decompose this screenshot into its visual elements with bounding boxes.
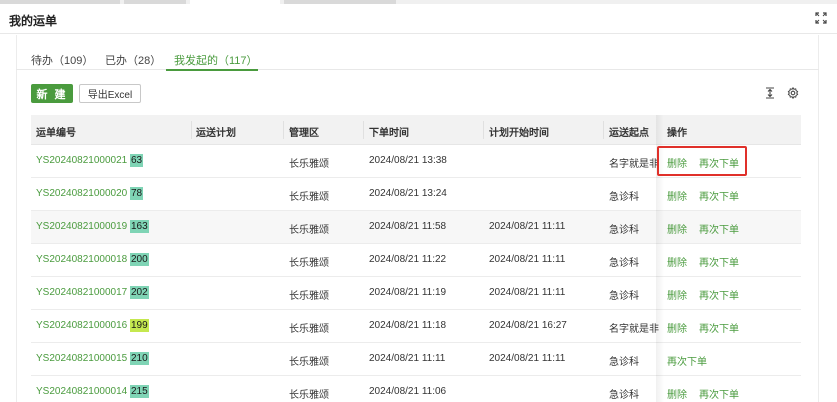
- waybill-id[interactable]: YS20240821000017 202: [36, 286, 149, 299]
- reorder-button[interactable]: 再次下单: [699, 221, 739, 236]
- id-highlight: 200: [129, 253, 149, 266]
- expand-icon[interactable]: [815, 12, 827, 24]
- column-header-plan[interactable]: 运送计划: [196, 124, 236, 139]
- table-row[interactable]: YS20240821000019 163 长乐雅颂 2024/08/21 11:…: [31, 211, 801, 244]
- origin-cell: 名字就是非常: [609, 324, 659, 335]
- column-divider: [603, 121, 604, 139]
- window-title-bar: 我的运单: [0, 4, 837, 34]
- plan-start-cell: 2024/08/21 11:11: [489, 221, 566, 232]
- waybill-id[interactable]: YS20240821000016 199: [36, 319, 149, 332]
- order-time-cell: 2024/08/21 11:18: [369, 320, 447, 331]
- waybill-id-link[interactable]: YS20240821000019: [36, 221, 127, 232]
- waybill-id-link[interactable]: YS20240821000015: [36, 353, 127, 364]
- tab-bar: 待办（109） 已办（28） 我发起的（117）: [16, 40, 819, 71]
- area-cell: 长乐雅颂: [289, 159, 329, 170]
- delete-button[interactable]: 删除: [667, 188, 687, 203]
- delete-button[interactable]: 删除: [667, 320, 687, 335]
- id-highlight: 215: [129, 385, 149, 398]
- gear-icon[interactable]: [787, 87, 799, 99]
- reorder-button[interactable]: 再次下单: [699, 287, 739, 302]
- id-highlight: 210: [129, 352, 149, 365]
- reorder-button[interactable]: 再次下单: [699, 254, 739, 269]
- order-time-cell: 2024/08/21 11:19: [369, 287, 447, 298]
- new-button[interactable]: 新 建: [31, 84, 73, 103]
- waybill-id[interactable]: YS20240821000021 63: [36, 154, 144, 167]
- waybill-id-link[interactable]: YS20240821000017: [36, 287, 127, 298]
- origin-cell: 急诊科: [609, 291, 639, 302]
- origin-cell: 名字就是非常: [609, 159, 659, 170]
- waybill-id[interactable]: YS20240821000014 215: [36, 385, 149, 398]
- waybill-id[interactable]: YS20240821000020 78: [36, 187, 144, 200]
- order-time-cell: 2024/08/21 11:11: [369, 353, 446, 364]
- table-row[interactable]: YS20240821000014 215 长乐雅颂 2024/08/21 11:…: [31, 376, 801, 402]
- plan-start-cell: 2024/08/21 16:27: [489, 320, 567, 331]
- area-cell: 长乐雅颂: [289, 357, 329, 368]
- export-excel-button[interactable]: 导出Excel: [79, 84, 141, 103]
- area-cell: 长乐雅颂: [289, 390, 329, 401]
- reorder-button[interactable]: 再次下单: [699, 188, 739, 203]
- plan-start-cell: 2024/08/21 11:11: [489, 254, 566, 265]
- column-divider: [191, 121, 192, 139]
- id-highlight: 63: [129, 154, 144, 167]
- origin-cell: 急诊科: [609, 357, 639, 368]
- column-height-icon[interactable]: [764, 87, 776, 99]
- id-highlight: 163: [129, 220, 149, 233]
- order-time-cell: 2024/08/21 11:22: [369, 254, 447, 265]
- column-divider: [363, 121, 364, 139]
- waybill-id-link[interactable]: YS20240821000021: [36, 155, 127, 166]
- table-row[interactable]: YS20240821000018 200 长乐雅颂 2024/08/21 11:…: [31, 244, 801, 277]
- id-highlight: 78: [129, 187, 144, 200]
- column-header-actions: 操作: [667, 128, 687, 139]
- table-row[interactable]: YS20240821000020 78 长乐雅颂 2024/08/21 13:2…: [31, 178, 801, 211]
- tab-done[interactable]: 已办（28）: [105, 52, 161, 68]
- id-highlight: 199: [129, 319, 149, 332]
- delete-button[interactable]: 删除: [667, 287, 687, 302]
- column-header-area[interactable]: 管理区: [289, 124, 319, 139]
- reorder-button[interactable]: 再次下单: [699, 386, 739, 401]
- tab-todo[interactable]: 待办（109）: [31, 52, 93, 68]
- column-header-order-time[interactable]: 下单时间: [369, 124, 409, 139]
- reorder-button[interactable]: 再次下单: [699, 320, 739, 335]
- waybill-id-link[interactable]: YS20240821000014: [36, 386, 127, 397]
- table-header: 运单编号 运送计划 管理区 下单时间 计划开始时间 运送起点 操作: [31, 115, 801, 145]
- waybill-id[interactable]: YS20240821000019 163: [36, 220, 149, 233]
- area-cell: 长乐雅颂: [289, 225, 329, 236]
- tab-initiated[interactable]: 我发起的（117）: [174, 52, 258, 68]
- column-header-plan-start[interactable]: 计划开始时间: [489, 124, 549, 139]
- page-title: 我的运单: [9, 14, 58, 28]
- waybill-id-link[interactable]: YS20240821000020: [36, 188, 127, 199]
- column-divider: [283, 121, 284, 139]
- column-header-id[interactable]: 运单编号: [36, 124, 76, 139]
- order-time-cell: 2024/08/21 11:06: [369, 386, 447, 397]
- area-cell: 长乐雅颂: [289, 291, 329, 302]
- table-row[interactable]: YS20240821000017 202 长乐雅颂 2024/08/21 11:…: [31, 277, 801, 310]
- order-time-cell: 2024/08/21 13:38: [369, 155, 447, 166]
- waybill-id[interactable]: YS20240821000018 200: [36, 253, 149, 266]
- table-row[interactable]: YS20240821000015 210 长乐雅颂 2024/08/21 11:…: [31, 343, 801, 376]
- origin-cell: 急诊科: [609, 192, 639, 203]
- delete-button[interactable]: 删除: [667, 254, 687, 269]
- area-cell: 长乐雅颂: [289, 258, 329, 269]
- waybill-id-link[interactable]: YS20240821000016: [36, 320, 127, 331]
- plan-start-cell: 2024/08/21 11:11: [489, 353, 566, 364]
- order-time-cell: 2024/08/21 11:58: [369, 221, 447, 232]
- waybill-id[interactable]: YS20240821000015 210: [36, 352, 149, 365]
- plan-start-cell: 2024/08/21 11:11: [489, 287, 566, 298]
- area-cell: 长乐雅颂: [289, 192, 329, 203]
- column-header-origin[interactable]: 运送起点: [609, 124, 649, 139]
- origin-cell: 急诊科: [609, 258, 639, 269]
- delete-button[interactable]: 删除: [667, 221, 687, 236]
- active-tab-indicator: [166, 69, 258, 71]
- annotation-highlight-box: [657, 146, 747, 176]
- origin-cell: 急诊科: [609, 225, 639, 236]
- delete-button[interactable]: 删除: [667, 386, 687, 401]
- column-divider: [483, 121, 484, 139]
- area-cell: 长乐雅颂: [289, 324, 329, 335]
- origin-cell: 急诊科: [609, 390, 639, 401]
- waybill-id-link[interactable]: YS20240821000018: [36, 254, 127, 265]
- reorder-button[interactable]: 再次下单: [667, 353, 707, 368]
- order-time-cell: 2024/08/21 13:24: [369, 188, 447, 199]
- table-row[interactable]: YS20240821000016 199 长乐雅颂 2024/08/21 11:…: [31, 310, 801, 343]
- id-highlight: 202: [129, 286, 149, 299]
